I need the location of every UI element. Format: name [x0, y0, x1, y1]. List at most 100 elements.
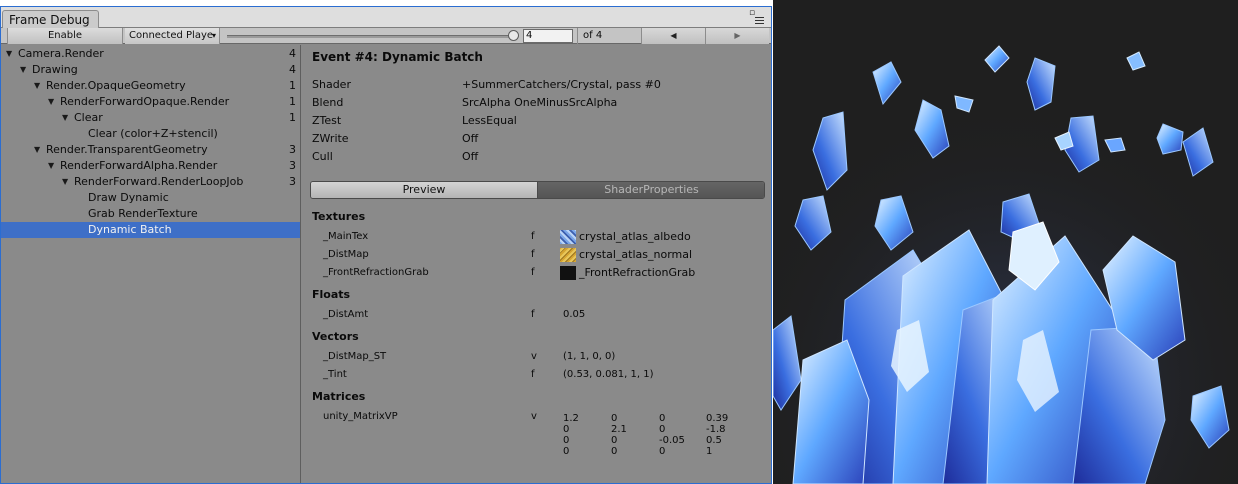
- texture-thumbnail[interactable]: [560, 230, 576, 244]
- tree-item[interactable]: Draw Dynamic: [1, 190, 300, 206]
- tab-frame-debug[interactable]: Frame Debug: [2, 10, 99, 29]
- property-type: f: [531, 267, 535, 278]
- tree-item-count: 1: [289, 95, 296, 108]
- prop-row-blend: Blend SrcAlpha OneMinusSrcAlpha: [312, 94, 762, 112]
- tree-item-label: Clear: [74, 111, 103, 124]
- game-view-crystals: [773, 0, 1238, 484]
- property-type: v: [531, 351, 537, 362]
- details-tabs: Preview ShaderProperties: [310, 181, 765, 199]
- tree-item-label: Camera.Render: [18, 47, 104, 60]
- tree-item-label: Dynamic Batch: [88, 223, 172, 236]
- matrix-cell: -1.8: [706, 424, 726, 435]
- property-name: _DistMap_ST: [323, 351, 387, 362]
- prop-row-zwrite: ZWrite Off: [312, 130, 762, 148]
- tree-item[interactable]: ▼ Drawing 4: [1, 62, 300, 78]
- event-slider-track[interactable]: [227, 35, 515, 38]
- tree-item[interactable]: Grab RenderTexture: [1, 206, 300, 222]
- matrix-cell: 0: [611, 446, 618, 457]
- frame-debug-toolbar: Enable Connected Playe ▾ 4 of 4 ◀ ▶: [1, 28, 771, 44]
- tree-item-label: RenderForwardAlpha.Render: [60, 159, 218, 172]
- expand-arrow-icon[interactable]: ▼: [34, 142, 40, 158]
- prop-key: Blend: [312, 96, 344, 109]
- tree-item[interactable]: ▼ Clear 1: [1, 110, 300, 126]
- expand-arrow-icon[interactable]: ▼: [34, 78, 40, 94]
- frame-debugger-window: Frame Debug ▫ Enable Connected Playe ▾ 4…: [0, 6, 772, 484]
- texture-name: _FrontRefractionGrab: [579, 266, 696, 279]
- floats-heading: Floats: [312, 288, 351, 301]
- window-tab-bar: Frame Debug ▫: [1, 7, 771, 29]
- tree-item[interactable]: ▼ RenderForwardAlpha.Render 3: [1, 158, 300, 174]
- tree-item[interactable]: ▼ RenderForwardOpaque.Render 1: [1, 94, 300, 110]
- tree-item[interactable]: ▼ Render.TransparentGeometry 3: [1, 142, 300, 158]
- property-value: (0.53, 0.081, 1, 1): [563, 369, 654, 380]
- property-type: f: [531, 309, 535, 320]
- prop-row-ztest: ZTest LessEqual: [312, 112, 762, 130]
- event-count-label: of 4: [577, 28, 641, 44]
- tree-item-label: RenderForward.RenderLoopJob: [74, 175, 244, 188]
- expand-arrow-icon[interactable]: ▼: [20, 62, 26, 78]
- event-slider-knob[interactable]: [508, 30, 519, 41]
- property-name: _FrontRefractionGrab: [323, 267, 429, 278]
- tree-item-count: 4: [289, 63, 296, 76]
- tree-item-count: 3: [289, 175, 296, 188]
- texture-thumbnail[interactable]: [560, 266, 576, 280]
- texture-row: _DistMap f crystal_atlas_normal: [323, 246, 763, 264]
- prop-value: SrcAlpha OneMinusSrcAlpha: [462, 96, 618, 109]
- event-index-input[interactable]: 4: [523, 29, 573, 43]
- property-value: 0.05: [563, 309, 586, 320]
- prop-row-shader: Shader +SummerCatchers/Crystal, pass #0: [312, 76, 762, 94]
- texture-row: _MainTex f crystal_atlas_albedo: [323, 228, 763, 246]
- prop-value: Off: [462, 150, 479, 163]
- event-details: Event #4: Dynamic Batch Shader +SummerCa…: [302, 45, 771, 483]
- textures-heading: Textures: [312, 210, 366, 223]
- matrix-cell: 0: [659, 446, 666, 457]
- prop-value: Off: [462, 132, 479, 145]
- event-tree: ▼ Camera.Render 4 ▼ Drawing 4 ▼ Render.OpaqueGe…: [1, 45, 301, 483]
- texture-name: crystal_atlas_albedo: [579, 230, 691, 243]
- lock-icon[interactable]: ▫: [747, 9, 757, 18]
- event-title: Event #4: Dynamic Batch: [312, 50, 483, 64]
- matrix-cell: 0: [563, 424, 570, 435]
- expand-arrow-icon[interactable]: ▼: [62, 174, 68, 190]
- matrix-cell: 2.1: [611, 424, 627, 435]
- next-event-button[interactable]: ▶: [705, 28, 769, 44]
- tree-item-label: Drawing: [32, 63, 78, 76]
- texture-thumbnail[interactable]: [560, 248, 576, 262]
- matrix-cell: -0.05: [659, 435, 685, 446]
- expand-arrow-icon[interactable]: ▼: [48, 94, 54, 110]
- property-type: f: [531, 369, 535, 380]
- tree-item-count: 1: [289, 111, 296, 124]
- tree-item[interactable]: ▼ Render.OpaqueGeometry 1: [1, 78, 300, 94]
- expand-arrow-icon[interactable]: ▼: [62, 110, 68, 126]
- tab-shader-properties[interactable]: ShaderProperties: [538, 182, 764, 198]
- vector-row: _Tint f (0.53, 0.081, 1, 1): [323, 366, 763, 384]
- tree-item-label: RenderForwardOpaque.Render: [60, 95, 230, 108]
- tree-item-label: Grab RenderTexture: [88, 207, 198, 220]
- arrow-right-icon: ▶: [734, 31, 741, 40]
- property-name: _Tint: [323, 369, 347, 380]
- menu-icon[interactable]: [755, 17, 764, 24]
- matrices-heading: Matrices: [312, 390, 366, 403]
- tree-item-count: 3: [289, 143, 296, 156]
- previous-event-button[interactable]: ◀: [641, 28, 705, 44]
- tree-item-label: Draw Dynamic: [88, 191, 169, 204]
- tree-item[interactable]: ▼ Camera.Render 4: [1, 46, 300, 62]
- property-name: _MainTex: [323, 231, 369, 242]
- property-type: f: [531, 249, 535, 260]
- connected-player-dropdown[interactable]: Connected Playe ▾: [125, 28, 220, 44]
- enable-button[interactable]: Enable: [7, 28, 123, 44]
- window-controls: ▫: [747, 9, 768, 24]
- prop-key: ZWrite: [312, 132, 349, 145]
- expand-arrow-icon[interactable]: ▼: [48, 158, 54, 174]
- texture-row: _FrontRefractionGrab f _FrontRefractionG…: [323, 264, 763, 282]
- tree-item-label: Clear (color+Z+stencil): [88, 127, 218, 140]
- prop-key: ZTest: [312, 114, 342, 127]
- expand-arrow-icon[interactable]: ▼: [6, 46, 12, 62]
- tree-item[interactable]: Dynamic Batch: [1, 222, 300, 238]
- tab-preview[interactable]: Preview: [311, 182, 538, 198]
- tree-item[interactable]: Clear (color+Z+stencil): [1, 126, 300, 142]
- tree-item-count: 4: [289, 47, 296, 60]
- texture-name: crystal_atlas_normal: [579, 248, 693, 261]
- tree-item[interactable]: ▼ RenderForward.RenderLoopJob 3: [1, 174, 300, 190]
- matrix-cell: 0: [563, 446, 570, 457]
